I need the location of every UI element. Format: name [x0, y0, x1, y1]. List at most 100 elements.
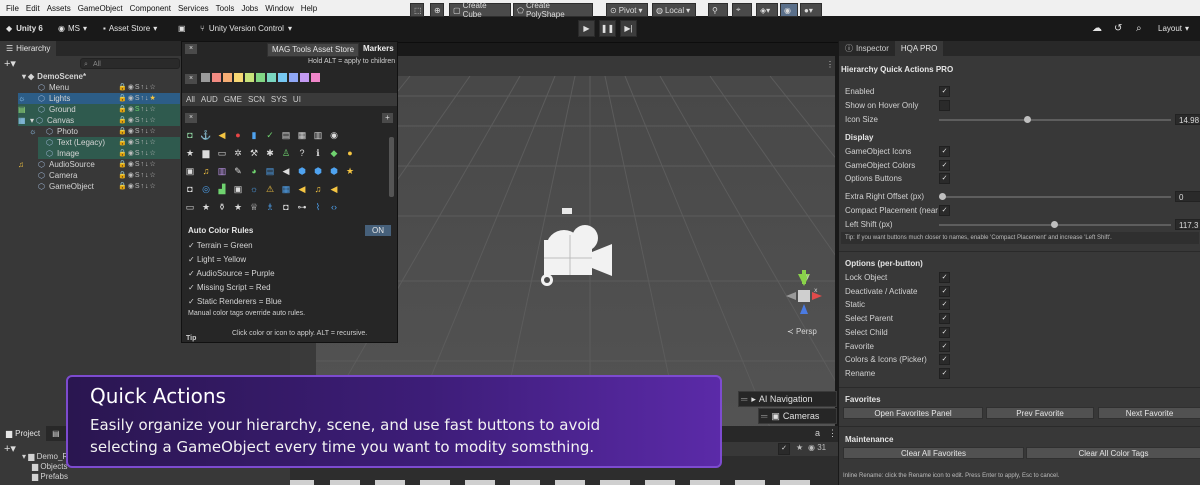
menu-component[interactable]: Component: [130, 4, 171, 13]
speaker-icon[interactable]: ◀: [280, 165, 292, 177]
menu-help[interactable]: Help: [301, 4, 317, 13]
favorite-star-icon[interactable]: ★: [344, 165, 356, 177]
color-swatch[interactable]: [267, 73, 276, 82]
color-swatch[interactable]: [201, 73, 210, 82]
asset-thumbnail[interactable]: [600, 480, 630, 485]
icon-grid-scrollbar[interactable]: [389, 137, 394, 197]
asset-thumbnail[interactable]: [420, 480, 450, 485]
open-folder-icon[interactable]: ▭: [216, 147, 228, 159]
asset-thumbnail[interactable]: [375, 480, 405, 485]
extra-right-slider[interactable]: [939, 196, 1171, 198]
icon-size-value[interactable]: 14.98: [1175, 114, 1200, 125]
option-deactivate-checkbox[interactable]: ✓: [939, 286, 950, 297]
check-icon[interactable]: ✓: [264, 129, 276, 141]
toggle-icon[interactable]: ▭: [184, 201, 196, 213]
open-favorites-button[interactable]: Open Favorites Panel: [843, 407, 983, 419]
document-icon[interactable]: ▤: [280, 129, 292, 141]
filter-toggle[interactable]: ✓: [778, 443, 790, 455]
warning-icon[interactable]: ⚠: [264, 183, 276, 195]
option-colors-icons-checkbox[interactable]: ✓: [939, 354, 950, 365]
ai-navigation-overlay[interactable]: ═ ▸ AI Navigation: [738, 391, 837, 407]
photo-camera-icon[interactable]: ◘: [280, 201, 292, 213]
color-swatch[interactable]: [245, 73, 254, 82]
lock-icon[interactable]: ▣: [184, 165, 196, 177]
rule-light[interactable]: ✓ Light = Yellow: [188, 255, 246, 264]
cameras-overlay[interactable]: ═ ▣ Cameras: [758, 408, 837, 424]
extra-right-knob[interactable]: [939, 193, 946, 200]
color-swatch[interactable]: [256, 73, 265, 82]
question-icon[interactable]: ?: [296, 147, 308, 159]
star-icon[interactable]: ★: [796, 443, 803, 452]
rect-tool-button[interactable]: ⬚: [410, 3, 424, 17]
menu-tools[interactable]: Tools: [216, 4, 235, 13]
script-icon[interactable]: ▦: [296, 129, 308, 141]
category-aud[interactable]: AUD: [201, 95, 218, 104]
error-icon[interactable]: ●: [232, 129, 244, 141]
menu-window[interactable]: Window: [265, 4, 293, 13]
color-swatch[interactable]: [289, 73, 298, 82]
figure-icon[interactable]: ♗: [264, 201, 276, 213]
globe-icon[interactable]: ◕: [248, 165, 260, 177]
person-icon[interactable]: ♙: [280, 147, 292, 159]
trash-icon[interactable]: ▥: [312, 129, 324, 141]
bug-icon[interactable]: ✱: [264, 147, 276, 159]
category-gme[interactable]: GME: [224, 95, 242, 104]
create-cube-button[interactable]: ▢ Create Cube: [449, 1, 511, 19]
box-icon[interactable]: ⬢: [312, 165, 324, 177]
rule-missing-script[interactable]: ✓ Missing Script = Red: [188, 283, 271, 292]
transform-tool-button[interactable]: ⊕: [430, 3, 444, 17]
clear-favorites-button[interactable]: Clear All Favorites: [843, 447, 1024, 459]
folder-row[interactable]: ▾ ▆ Demo_R: [22, 452, 68, 462]
layers-button[interactable]: ◈▾: [756, 3, 778, 17]
rule-audiosource[interactable]: ✓ AudioSource = Purple: [188, 269, 275, 278]
gear-icon[interactable]: ✲: [232, 147, 244, 159]
menu-file[interactable]: File: [6, 4, 19, 13]
icon-size-knob[interactable]: [1024, 116, 1031, 123]
light-icon[interactable]: ☼: [248, 183, 260, 195]
project-tab[interactable]: ▆ Project: [0, 426, 47, 441]
projection-label[interactable]: ≺ Persp: [787, 327, 817, 336]
extra-right-value[interactable]: 0: [1175, 191, 1200, 202]
asset-thumbnail[interactable]: [510, 480, 540, 485]
color-swatch[interactable]: [300, 73, 309, 82]
star-icon[interactable]: ★: [184, 147, 196, 159]
brush-icon[interactable]: ✎: [232, 165, 244, 177]
video-icon[interactable]: ▮: [248, 129, 260, 141]
music-icon[interactable]: ♫: [200, 165, 212, 177]
cube-icon[interactable]: ⬢: [296, 165, 308, 177]
search-icon[interactable]: ⌕: [1136, 21, 1142, 36]
network-icon[interactable]: ⊶: [296, 201, 308, 213]
project-add-button[interactable]: +▾: [4, 442, 16, 455]
wrench-icon[interactable]: ⚒: [248, 147, 260, 159]
film-icon[interactable]: ▤: [264, 165, 276, 177]
color-swatch[interactable]: [311, 73, 320, 82]
enabled-checkbox[interactable]: ✓: [939, 86, 950, 97]
category-sys[interactable]: SYS: [271, 95, 287, 104]
color-swatch[interactable]: [212, 73, 221, 82]
category-ui[interactable]: UI: [293, 95, 301, 104]
quick-action-icons[interactable]: 🔒◉S↑↓☆ 🔒◉S↑↓★ 🔒◉S↑↓☆ 🔒◉S↑↓☆ 🔒◉S↑↓☆ 🔒◉S↑↓…: [118, 82, 157, 192]
diamond-icon[interactable]: ◆: [328, 147, 340, 159]
option-rename-checkbox[interactable]: ✓: [939, 368, 950, 379]
grid-snap-button[interactable]: ⌖: [732, 3, 752, 17]
menu-jobs[interactable]: Jobs: [241, 4, 258, 13]
asset-thumbnail[interactable]: [690, 480, 720, 485]
create-polyshape-button[interactable]: ⬠ Create PolyShape: [513, 1, 593, 19]
version-control-button[interactable]: ⑂ Unity Version Control ▾: [200, 21, 292, 36]
more-options-icon[interactable]: ⋮: [826, 60, 834, 69]
rule-static-renderers[interactable]: ✓ Static Renderers = Blue: [188, 297, 282, 306]
step-button[interactable]: ▶|: [620, 20, 637, 37]
target-icon[interactable]: ◎: [200, 183, 212, 195]
option-static-checkbox[interactable]: ✓: [939, 299, 950, 310]
eye-icon[interactable]: ◉: [328, 129, 340, 141]
clear-icon-button[interactable]: ×: [185, 113, 197, 123]
audio-clip-icon[interactable]: ◀: [296, 183, 308, 195]
inspector-tab[interactable]: ⓘ Inspector: [839, 41, 895, 56]
color-swatch[interactable]: [278, 73, 287, 82]
code-icon[interactable]: ‹›: [328, 201, 340, 213]
audio-icon[interactable]: ◀: [216, 129, 228, 141]
icon-size-slider[interactable]: [939, 119, 1171, 121]
lock-icon[interactable]: a: [815, 428, 820, 438]
anchor-icon[interactable]: ⚓: [200, 129, 212, 141]
orientation-gizmo[interactable]: y x: [784, 268, 824, 328]
